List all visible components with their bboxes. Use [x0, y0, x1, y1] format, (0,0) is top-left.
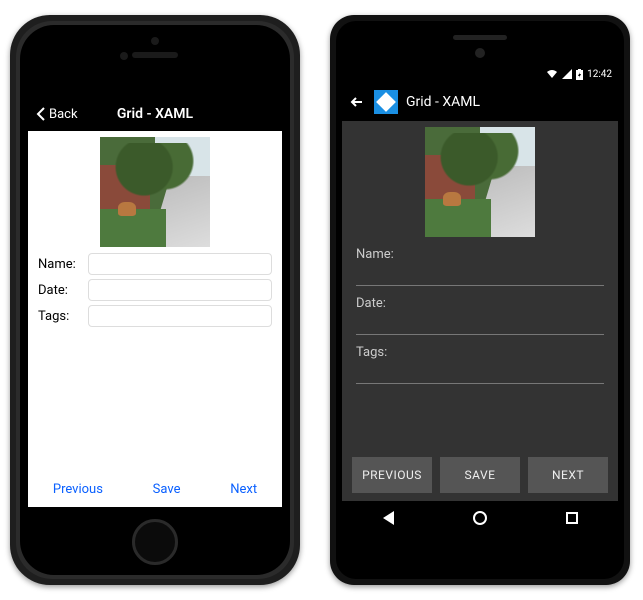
chevron-left-icon [36, 107, 46, 121]
back-button[interactable] [348, 93, 366, 111]
date-label: Date: [38, 283, 82, 298]
ios-status-bar [28, 83, 282, 97]
save-button[interactable]: SAVE [440, 457, 520, 493]
android-nav-bar [342, 501, 618, 535]
page-title: Grid - XAML [406, 94, 480, 110]
app-logo-icon [374, 90, 398, 114]
android-screen: 12:42 Grid - XAML Name: [342, 65, 618, 535]
ios-nav-bar: Back Grid - XAML [28, 97, 282, 131]
iphone-device: Back Grid - XAML Name: Date: [10, 15, 300, 585]
date-field[interactable] [88, 279, 272, 301]
tags-label: Tags: [38, 309, 82, 324]
back-label: Back [49, 107, 78, 122]
tags-field[interactable] [88, 305, 272, 327]
back-button[interactable]: Back [36, 107, 78, 122]
nav-back-button[interactable] [378, 508, 398, 528]
android-status-bar: 12:42 [342, 65, 618, 83]
photo-preview [425, 127, 535, 237]
name-field[interactable] [356, 264, 604, 286]
next-button[interactable]: Next [230, 482, 257, 497]
ios-screen: Back Grid - XAML Name: Date: [28, 83, 282, 507]
date-label: Date: [356, 296, 604, 311]
nav-recent-button[interactable] [562, 508, 582, 528]
status-time: 12:42 [587, 69, 612, 80]
android-device: 12:42 Grid - XAML Name: [330, 15, 630, 585]
previous-button[interactable]: Previous [53, 482, 103, 497]
previous-button[interactable]: PREVIOUS [352, 457, 432, 493]
name-label: Name: [38, 257, 82, 272]
tags-label: Tags: [356, 345, 604, 360]
name-label: Name: [356, 247, 604, 262]
battery-icon [576, 69, 583, 80]
wifi-icon [546, 69, 558, 79]
home-button[interactable] [132, 519, 178, 565]
android-app-bar: Grid - XAML [342, 83, 618, 121]
nav-home-button[interactable] [470, 508, 490, 528]
date-field[interactable] [356, 313, 604, 335]
photo-preview [100, 137, 210, 247]
tags-field[interactable] [356, 362, 604, 384]
next-button[interactable]: NEXT [528, 457, 608, 493]
name-field[interactable] [88, 253, 272, 275]
signal-icon [562, 69, 572, 79]
save-button[interactable]: Save [153, 482, 181, 497]
